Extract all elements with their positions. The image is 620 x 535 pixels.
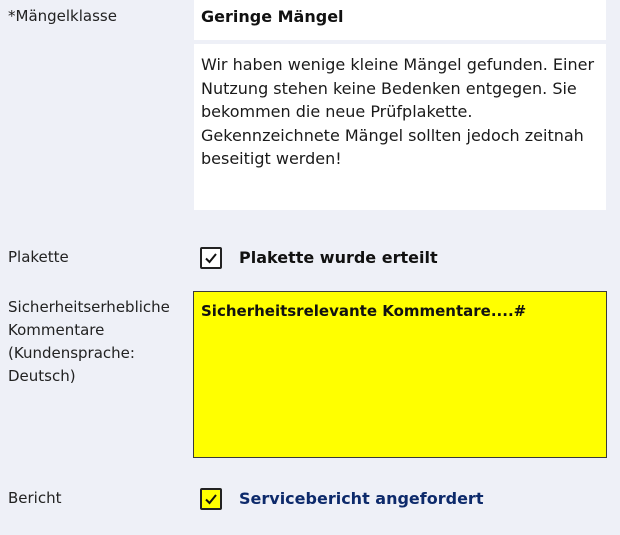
kommentare-text: Sicherheitsrelevante Kommentare....# bbox=[201, 302, 527, 320]
plakette-label: Plakette bbox=[8, 248, 69, 266]
bericht-label: Bericht bbox=[8, 489, 62, 507]
checkmark-icon bbox=[205, 253, 217, 264]
plakette-checkbox[interactable] bbox=[200, 247, 222, 269]
checkmark-icon bbox=[205, 494, 217, 505]
plakette-checkbox-label[interactable]: Plakette wurde erteilt bbox=[239, 248, 438, 267]
maengelklasse-label: *Mängelklasse bbox=[8, 7, 117, 25]
maengelklasse-description-box: Wir haben wenige kleine Mängel gefunden.… bbox=[194, 44, 606, 210]
bericht-checkbox[interactable] bbox=[200, 488, 222, 510]
kommentare-textarea[interactable]: Sicherheitsrelevante Kommentare....# bbox=[193, 291, 607, 458]
kommentare-label: Sicherheitserhebliche Kommentare (Kunden… bbox=[8, 298, 170, 385]
maengelklasse-description: Wir haben wenige kleine Mängel gefunden.… bbox=[201, 55, 595, 168]
bericht-checkbox-label[interactable]: Servicebericht angefordert bbox=[239, 489, 483, 508]
maengelklasse-select[interactable]: Geringe Mängel bbox=[194, 0, 606, 40]
maengelklasse-value: Geringe Mängel bbox=[201, 7, 344, 26]
